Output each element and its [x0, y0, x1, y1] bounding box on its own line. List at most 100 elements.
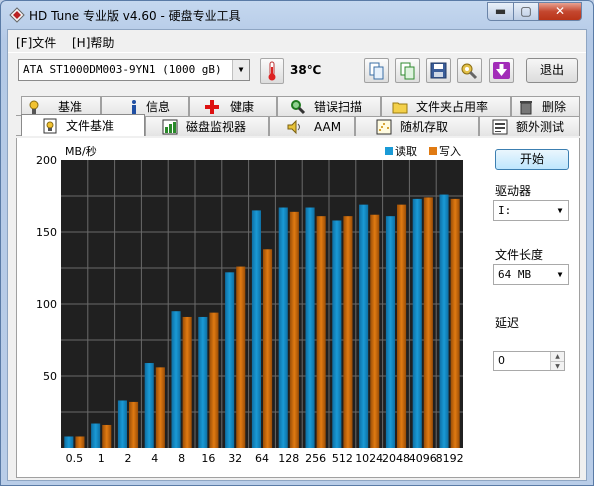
spin-down-icon[interactable]: ▼ — [550, 361, 564, 370]
tab-extra-tests[interactable]: 额外测试 — [479, 116, 580, 136]
x-tick-label: 8 — [178, 452, 185, 465]
temperature-readout: 38℃ — [290, 63, 322, 77]
drive-letter-value: I: — [498, 204, 512, 217]
tab-aam[interactable]: AAM — [269, 116, 355, 136]
bar-read — [91, 423, 101, 448]
tab-label: 随机存取 — [400, 120, 449, 134]
close-button[interactable]: ✕ — [538, 2, 582, 21]
x-tick-label: 8192 — [436, 452, 464, 465]
delay-spinbox[interactable]: 0 ▲ ▼ — [493, 351, 565, 371]
y-tick-label: 200 — [36, 154, 57, 167]
bar-write — [129, 401, 139, 448]
tab-benchmark[interactable]: 基准 — [21, 96, 101, 116]
bar-write — [397, 204, 407, 448]
download-button[interactable] — [489, 58, 514, 83]
title-bar[interactable]: HD Tune 专业版 v4.60 - 硬盘专业工具 ▬ ▢ ✕ — [1, 1, 593, 29]
file-length-select[interactable]: 64 MB ▼ — [493, 264, 569, 285]
bar-read — [412, 198, 422, 448]
tab-label: 文件夹占用率 — [416, 100, 489, 114]
tab-folder-usage[interactable]: 文件夹占用率 — [381, 96, 511, 116]
bar-write — [289, 211, 299, 448]
bar-write — [343, 216, 353, 448]
tab-label: 健康 — [230, 100, 255, 114]
wrench-gear-icon — [461, 63, 478, 80]
exit-button[interactable]: 退出 — [526, 58, 578, 83]
tab-health[interactable]: 健康 — [189, 96, 277, 116]
maximize-button[interactable]: ▢ — [513, 2, 539, 21]
x-tick-label: 16 — [201, 452, 215, 465]
tab-label: 额外测试 — [516, 120, 565, 134]
x-tick-label: 256 — [305, 452, 326, 465]
bar-chart-icon — [162, 119, 178, 135]
tab-label: 信息 — [146, 100, 171, 114]
bar-read — [64, 436, 74, 448]
bar-read — [251, 210, 261, 448]
minimize-button[interactable]: ▬ — [487, 2, 514, 21]
y-tick-label: 100 — [36, 298, 57, 311]
menu-bar: [F]文件 [H]帮助 — [8, 30, 586, 52]
copy-report-button[interactable] — [395, 58, 420, 83]
bar-read — [171, 311, 181, 448]
bar-write — [450, 198, 460, 448]
extra-tests-icon — [492, 119, 508, 135]
bar-read — [439, 194, 449, 448]
y-axis-label: MB/秒 — [65, 146, 97, 158]
gauge-icon — [29, 100, 39, 114]
app-window: HD Tune 专业版 v4.60 - 硬盘专业工具 ▬ ▢ ✕ [F]文件 [… — [0, 0, 594, 486]
tab-erase[interactable]: 删除 — [511, 96, 580, 116]
file-length-value: 64 MB — [498, 268, 532, 281]
save-button[interactable] — [426, 58, 451, 83]
tab-error-scan[interactable]: 错误扫描 — [277, 96, 381, 116]
tab-label: 文件基准 — [66, 119, 115, 133]
bar-write — [75, 436, 85, 448]
x-tick-label: 2 — [125, 452, 132, 465]
menu-help[interactable]: [H]帮助 — [72, 34, 114, 51]
window-title: HD Tune 专业版 v4.60 - 硬盘专业工具 — [29, 9, 241, 23]
bar-read — [305, 207, 315, 448]
start-button[interactable]: 开始 — [495, 149, 569, 170]
tab-file-benchmark[interactable]: 文件基准 — [21, 114, 145, 136]
delay-label: 延迟 — [495, 316, 520, 330]
legend-read-label: 读取 — [395, 146, 417, 158]
file-benchmark-icon — [43, 118, 57, 134]
menu-file[interactable]: [F]文件 — [16, 34, 56, 51]
bar-write — [370, 214, 380, 448]
bar-write — [263, 249, 273, 448]
x-tick-label: 128 — [278, 452, 299, 465]
bar-write — [155, 367, 165, 448]
tab-info[interactable]: 信息 — [101, 96, 189, 116]
y-tick-label: 50 — [43, 370, 57, 383]
x-tick-label: 64 — [255, 452, 269, 465]
random-access-icon — [376, 119, 392, 135]
bar-write — [209, 312, 219, 448]
chevron-down-icon[interactable]: ▼ — [232, 60, 249, 80]
spin-up-icon[interactable]: ▲ — [550, 352, 564, 361]
chevron-down-icon[interactable]: ▼ — [552, 201, 568, 220]
tab-random-access[interactable]: 随机存取 — [355, 116, 479, 136]
tab-disk-monitor[interactable]: 磁盘监视器 — [145, 116, 269, 136]
tab-row-bottom: 文件基准 磁盘监视器 AAM 随机存取 额外测试 — [16, 114, 580, 136]
copy-info-button[interactable] — [364, 58, 389, 83]
options-button[interactable] — [457, 58, 482, 83]
legend-write-label: 写入 — [439, 146, 461, 158]
x-tick-label: 4096 — [409, 452, 437, 465]
bar-read — [117, 400, 127, 448]
tab-label: 错误扫描 — [314, 100, 363, 114]
bar-write — [236, 266, 246, 448]
app-logo-icon — [9, 7, 25, 23]
drive-label: 驱动器 — [495, 184, 532, 198]
thermometer-icon[interactable] — [260, 58, 284, 84]
drive-letter-select[interactable]: I: ▼ — [493, 200, 569, 221]
copy-green-icon — [400, 62, 415, 80]
chevron-down-icon[interactable]: ▼ — [552, 265, 568, 284]
legend-read-swatch — [385, 147, 393, 155]
tab-label: AAM — [314, 120, 342, 134]
toolbar: ATA ST1000DM003-9YN1 (1000 gB) ▼ 38℃ 退出 — [8, 52, 586, 90]
drive-select[interactable]: ATA ST1000DM003-9YN1 (1000 gB) ▼ — [18, 59, 250, 81]
bar-read — [332, 220, 342, 448]
health-cross-icon — [205, 100, 219, 114]
x-tick-label: 0.5 — [66, 452, 84, 465]
copy-icon — [369, 62, 384, 80]
x-tick-label: 32 — [228, 452, 242, 465]
tab-row-top: 基准 信息 健康 错误扫描 文件夹占用率 删除 — [16, 96, 580, 116]
